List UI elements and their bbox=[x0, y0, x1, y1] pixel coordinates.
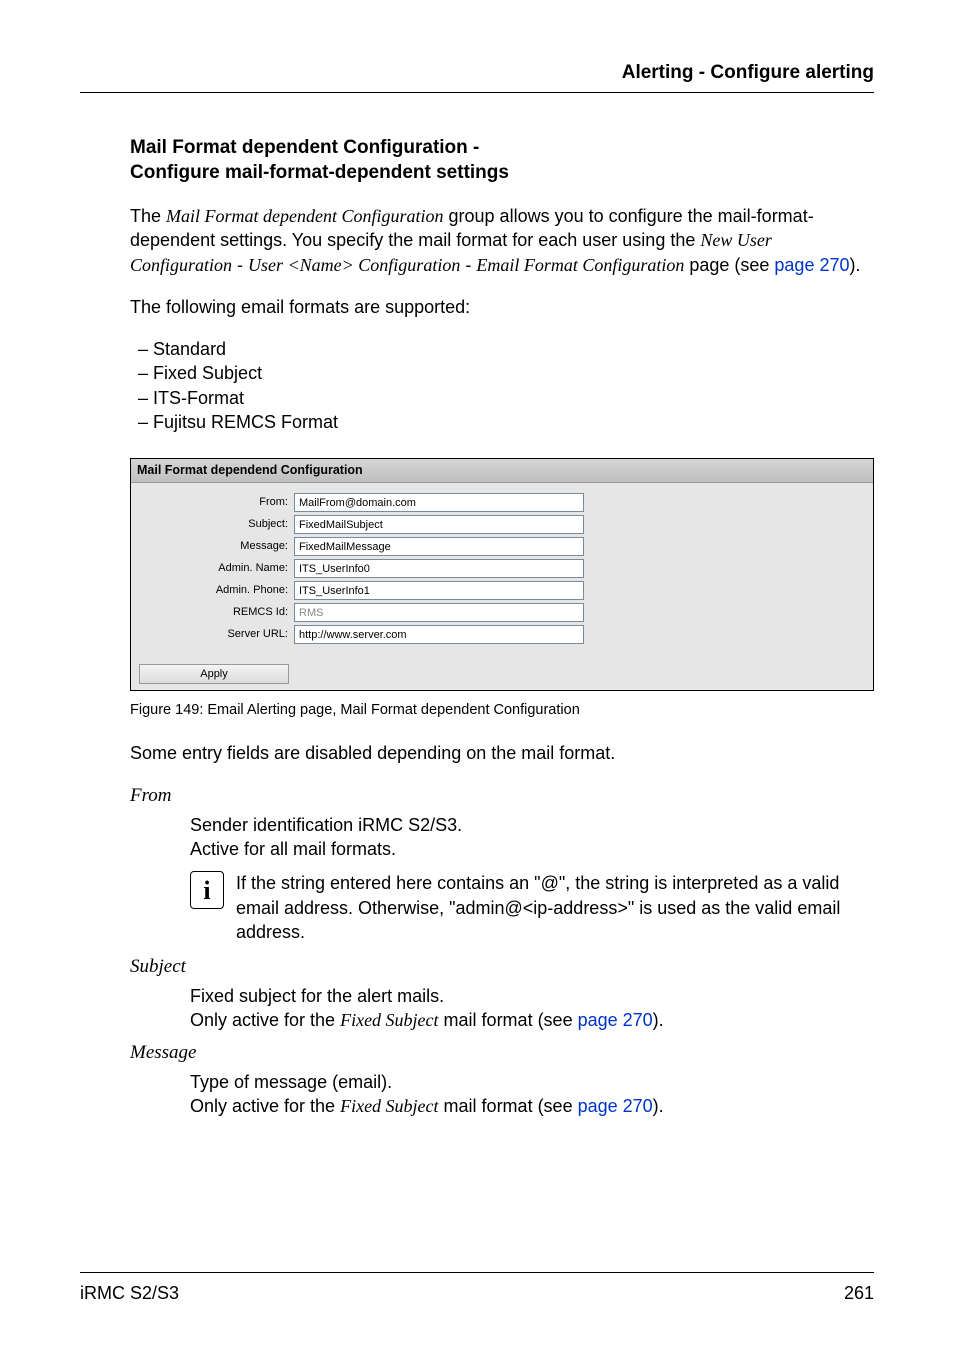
config-row: Message: bbox=[139, 537, 865, 556]
field-label: Admin. Phone: bbox=[139, 583, 294, 598]
text: Only active for the bbox=[190, 1096, 340, 1116]
footer-right: 261 bbox=[844, 1281, 874, 1305]
field-input[interactable] bbox=[294, 559, 584, 578]
info-text: If the string entered here contains an "… bbox=[236, 871, 874, 944]
italic-text: Mail Format dependent Configuration bbox=[166, 206, 443, 226]
field-label: Subject: bbox=[139, 517, 294, 532]
config-row: Server URL: bbox=[139, 625, 865, 644]
page-content: Mail Format dependent Configuration - Co… bbox=[80, 135, 874, 1119]
panel-body: From: Subject: Message: Admin. Name: Admin. … bbox=[131, 483, 873, 655]
header-title: Alerting - Configure alerting bbox=[622, 62, 874, 83]
formats-list: Standard Fixed Subject ITS-Format Fujits… bbox=[130, 337, 874, 434]
page-footer: iRMC S2/S3 261 bbox=[80, 1272, 874, 1305]
field-input[interactable] bbox=[294, 537, 584, 556]
config-panel: Mail Format dependend Configuration From… bbox=[130, 458, 874, 691]
field-label: Admin. Name: bbox=[139, 561, 294, 576]
section-heading: Mail Format dependent Configuration - Co… bbox=[130, 135, 874, 186]
apply-row: Apply bbox=[131, 655, 873, 690]
term-from: From bbox=[130, 783, 874, 809]
def-message: Type of message (email). Only active for… bbox=[190, 1070, 874, 1119]
list-item: Standard bbox=[130, 337, 874, 361]
config-row: Admin. Phone: bbox=[139, 581, 865, 600]
config-row: Admin. Name: bbox=[139, 559, 865, 578]
field-input[interactable] bbox=[294, 625, 584, 644]
field-label: From: bbox=[139, 495, 294, 510]
figure: Mail Format dependend Configuration From… bbox=[130, 458, 874, 720]
italic-text: User <Name> Configuration bbox=[248, 255, 460, 275]
text: Fixed subject for the alert mails. bbox=[190, 986, 444, 1006]
page-link[interactable]: page 270 bbox=[774, 255, 849, 275]
field-input[interactable] bbox=[294, 515, 584, 534]
section-heading-line1: Mail Format dependent Configuration - bbox=[130, 137, 479, 158]
field-input[interactable] bbox=[294, 493, 584, 512]
field-label: Message: bbox=[139, 539, 294, 554]
text: - bbox=[460, 255, 476, 275]
config-row: Subject: bbox=[139, 515, 865, 534]
text: ). bbox=[849, 255, 860, 275]
page-link[interactable]: page 270 bbox=[578, 1096, 653, 1116]
page-link[interactable]: page 270 bbox=[578, 1010, 653, 1030]
list-item: Fujitsu REMCS Format bbox=[130, 410, 874, 434]
panel-title: Mail Format dependend Configuration bbox=[131, 459, 873, 483]
text: The bbox=[130, 206, 166, 226]
text: mail format (see bbox=[439, 1010, 578, 1030]
field-label: Server URL: bbox=[139, 627, 294, 642]
text: mail format (see bbox=[439, 1096, 578, 1116]
text: page (see bbox=[684, 255, 774, 275]
text: Active for all mail formats. bbox=[190, 839, 396, 859]
info-icon: i bbox=[190, 871, 224, 909]
def-from: Sender identification iRMC S2/S3. Active… bbox=[190, 813, 874, 862]
section-heading-line2: Configure mail-format-dependent settings bbox=[130, 162, 509, 183]
info-note: i If the string entered here contains an… bbox=[190, 871, 874, 944]
config-row: REMCS Id: bbox=[139, 603, 865, 622]
italic-text: Fixed Subject bbox=[340, 1096, 438, 1116]
text: ). bbox=[653, 1010, 664, 1030]
list-item: Fixed Subject bbox=[130, 361, 874, 385]
text: - bbox=[232, 255, 248, 275]
supported-line: The following email formats are supporte… bbox=[130, 295, 874, 319]
page-header: Alerting - Configure alerting bbox=[80, 60, 874, 93]
def-subject: Fixed subject for the alert mails. Only … bbox=[190, 984, 874, 1033]
list-item: ITS-Format bbox=[130, 386, 874, 410]
text: Only active for the bbox=[190, 1010, 340, 1030]
text: Sender identification iRMC S2/S3. bbox=[190, 815, 462, 835]
apply-button[interactable]: Apply bbox=[139, 664, 289, 684]
intro-paragraph: The Mail Format dependent Configuration … bbox=[130, 204, 874, 277]
text: ). bbox=[653, 1096, 664, 1116]
field-input[interactable] bbox=[294, 603, 584, 622]
term-subject: Subject bbox=[130, 954, 874, 980]
field-input[interactable] bbox=[294, 581, 584, 600]
text: Type of message (email). bbox=[190, 1072, 392, 1092]
term-message: Message bbox=[130, 1040, 874, 1066]
after-figure-text: Some entry fields are disabled depending… bbox=[130, 741, 874, 765]
footer-left: iRMC S2/S3 bbox=[80, 1281, 179, 1305]
italic-text: Email Format Configuration bbox=[476, 255, 684, 275]
figure-caption: Figure 149: Email Alerting page, Mail Fo… bbox=[130, 701, 874, 721]
field-label: REMCS Id: bbox=[139, 605, 294, 620]
config-row: From: bbox=[139, 493, 865, 512]
italic-text: Fixed Subject bbox=[340, 1010, 438, 1030]
